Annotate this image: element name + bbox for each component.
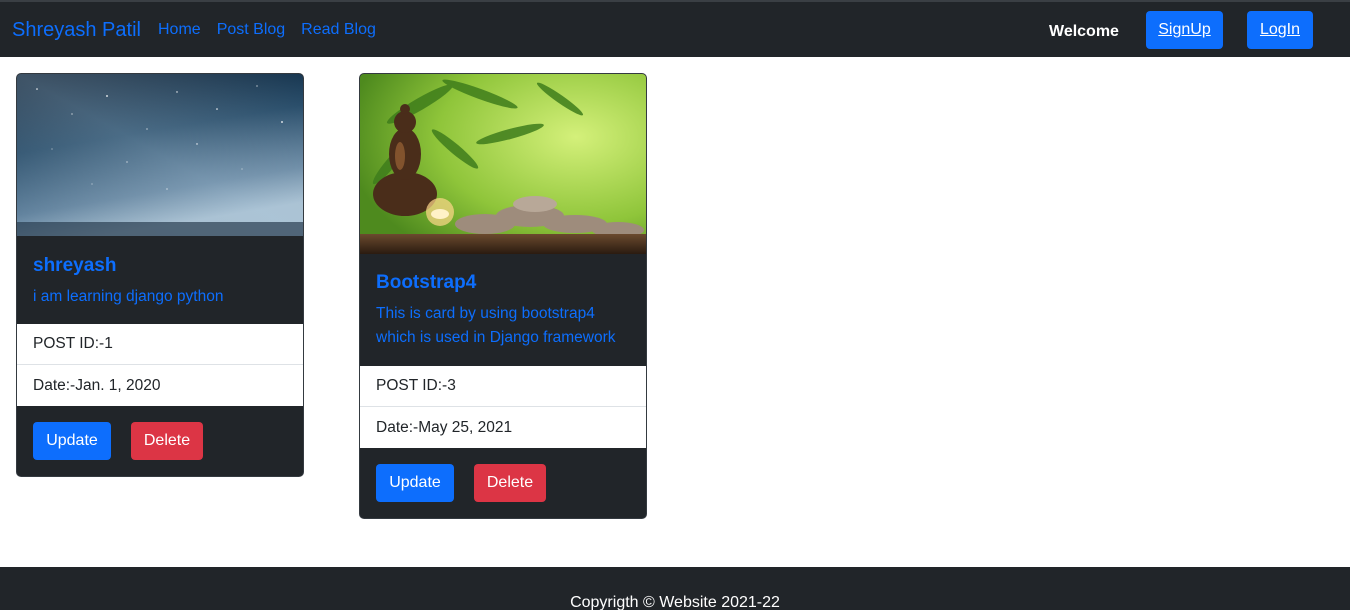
nav-link-home[interactable]: Home: [158, 21, 201, 39]
card-list: POST ID:-3 Date:-May 25, 2021: [360, 366, 646, 448]
card-title: Bootstrap4: [376, 272, 477, 293]
brand-link[interactable]: Shreyash Patil: [12, 19, 141, 42]
update-button[interactable]: Update: [33, 422, 111, 460]
delete-button[interactable]: Delete: [474, 464, 546, 502]
post-image-buddha: [360, 74, 646, 254]
card-title: shreyash: [33, 255, 117, 276]
nav-links: Home Post Blog Read Blog: [158, 21, 376, 39]
post-date: Date:-May 25, 2021: [376, 418, 513, 436]
post-id: POST ID:-1: [17, 324, 303, 365]
post-id: POST ID:-3: [360, 366, 646, 407]
nav-link-post-blog[interactable]: Post Blog: [217, 21, 285, 39]
navbar: Shreyash Patil Home Post Blog Read Blog …: [0, 0, 1350, 57]
card-list: POST ID:-1 Date:-Jan. 1, 2020: [17, 324, 303, 406]
card-text: i am learning django python: [33, 288, 224, 305]
login-button[interactable]: LogIn: [1247, 11, 1313, 49]
post-card: shreyash i am learning django python POS…: [16, 73, 304, 477]
nav-link-read-blog[interactable]: Read Blog: [301, 21, 376, 39]
footer: Copyrigth © Website 2021-22: [0, 567, 1350, 611]
signup-button[interactable]: SignUp: [1146, 11, 1223, 49]
welcome-text: Welcome: [1049, 23, 1119, 40]
delete-button[interactable]: Delete: [131, 422, 203, 460]
footer-copyright: Copyrigth © Website 2021-22: [570, 594, 780, 611]
post-image-night-sky: [17, 74, 303, 236]
post-date: Date:-Jan. 1, 2020: [33, 376, 161, 394]
update-button[interactable]: Update: [376, 464, 454, 502]
card-text: This is card by using bootstrap4 which i…: [376, 305, 616, 346]
post-card: Bootstrap4 This is card by using bootstr…: [359, 73, 647, 519]
